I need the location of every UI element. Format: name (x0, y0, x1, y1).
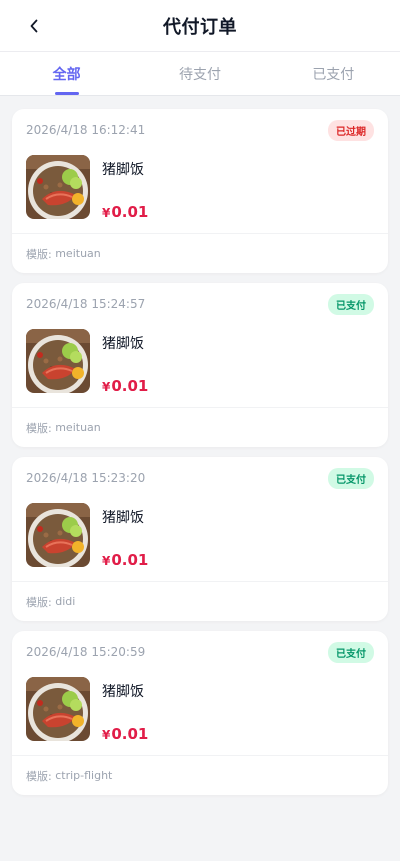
template-value: meituan (55, 421, 101, 434)
order-card[interactable]: 2026/4/18 15:23:20 已支付 猪脚饭 ¥0.01 模版: did… (12, 457, 388, 621)
order-card-body: 猪脚饭 ¥0.01 (12, 499, 388, 581)
order-price: ¥0.01 (102, 203, 148, 221)
order-list: 2026/4/18 16:12:41 已过期 猪脚饭 ¥0.01 模版: mei… (0, 96, 400, 795)
tab-bar: 全部 待支付 已支付 (0, 52, 400, 96)
template-value: ctrip-flight (55, 769, 113, 782)
product-image (26, 677, 90, 741)
template-value: didi (55, 595, 76, 608)
order-card-header: 2026/4/18 15:20:59 已支付 (12, 631, 388, 673)
order-card-footer: 模版: didi (12, 581, 388, 621)
price-value: 0.01 (111, 203, 149, 221)
currency-symbol: ¥ (102, 380, 111, 394)
tab-all[interactable]: 全部 (0, 52, 133, 95)
order-card-header: 2026/4/18 15:24:57 已支付 (12, 283, 388, 325)
order-time: 2026/4/18 16:12:41 (26, 123, 146, 137)
status-badge: 已支付 (328, 467, 374, 489)
product-name: 猪脚饭 (102, 510, 144, 526)
template-label: 模版: (26, 769, 52, 783)
order-card-body: 猪脚饭 ¥0.01 (12, 673, 388, 755)
tab-paid[interactable]: 已支付 (267, 52, 400, 95)
currency-symbol: ¥ (102, 206, 111, 220)
order-card-footer: 模版: meituan (12, 233, 388, 273)
currency-symbol: ¥ (102, 728, 111, 742)
template-label: 模版: (26, 421, 52, 435)
tab-label: 待支付 (178, 66, 221, 83)
tab-pending[interactable]: 待支付 (133, 52, 266, 95)
status-badge: 已支付 (328, 641, 374, 663)
order-card-body: 猪脚饭 ¥0.01 (12, 151, 388, 233)
order-price: ¥0.01 (102, 725, 148, 743)
app-header: 代付订单 (0, 0, 400, 52)
back-button[interactable] (22, 13, 46, 41)
price-value: 0.01 (111, 551, 149, 569)
order-card[interactable]: 2026/4/18 16:12:41 已过期 猪脚饭 ¥0.01 模版: mei… (12, 109, 388, 273)
product-image (26, 503, 90, 567)
order-time: 2026/4/18 15:23:20 (26, 471, 146, 485)
order-price: ¥0.01 (102, 551, 148, 569)
page-title: 代付订单 (163, 16, 237, 38)
product-name: 猪脚饭 (102, 336, 144, 352)
template-label: 模版: (26, 595, 52, 609)
product-image (26, 329, 90, 393)
tab-label: 已支付 (312, 66, 355, 83)
order-card-footer: 模版: ctrip-flight (12, 755, 388, 795)
order-card[interactable]: 2026/4/18 15:24:57 已支付 猪脚饭 ¥0.01 模版: mei… (12, 283, 388, 447)
product-image (26, 155, 90, 219)
tab-label: 全部 (52, 66, 81, 83)
tab-active-indicator (54, 92, 79, 95)
product-name: 猪脚饭 (102, 162, 144, 178)
template-value: meituan (55, 247, 101, 260)
currency-symbol: ¥ (102, 554, 111, 568)
template-label: 模版: (26, 247, 52, 261)
order-card[interactable]: 2026/4/18 15:20:59 已支付 猪脚饭 ¥0.01 模版: ctr… (12, 631, 388, 795)
order-time: 2026/4/18 15:20:59 (26, 645, 146, 659)
chevron-left-icon (29, 18, 39, 37)
price-value: 0.01 (111, 377, 149, 395)
order-card-header: 2026/4/18 15:23:20 已支付 (12, 457, 388, 499)
order-card-footer: 模版: meituan (12, 407, 388, 447)
order-card-header: 2026/4/18 16:12:41 已过期 (12, 109, 388, 151)
status-badge: 已过期 (328, 119, 374, 141)
product-name: 猪脚饭 (102, 684, 144, 700)
price-value: 0.01 (111, 725, 149, 743)
order-card-body: 猪脚饭 ¥0.01 (12, 325, 388, 407)
order-time: 2026/4/18 15:24:57 (26, 297, 146, 311)
status-badge: 已支付 (328, 293, 374, 315)
order-price: ¥0.01 (102, 377, 148, 395)
